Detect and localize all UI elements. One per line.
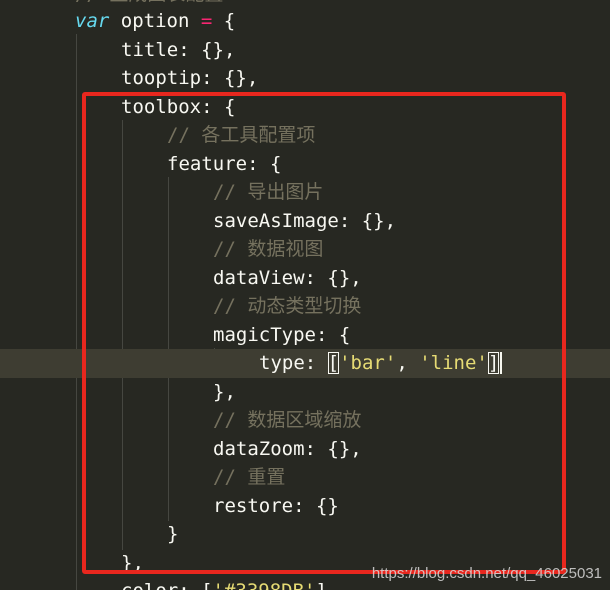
operator: =	[200, 10, 213, 32]
code-text: var option = {	[75, 7, 235, 36]
string-literal: '#3398DB'	[213, 580, 316, 590]
code-text: color: ['#3398DB'],	[121, 577, 338, 590]
brace: {	[223, 10, 236, 32]
property-key: color: [	[121, 580, 213, 590]
bracket-close: ],	[315, 580, 338, 590]
code-line[interactable]: tooptip: {},	[0, 64, 610, 93]
code-text: tooptip: {},	[121, 67, 259, 89]
code-editor[interactable]: // 生成图表配置 var option = { title: {}, toop…	[0, 0, 610, 590]
watermark: https://blog.csdn.net/qq_46025031	[371, 565, 602, 582]
code-text: title: {},	[121, 38, 236, 61]
highlight-annotation-box	[82, 92, 566, 574]
code-line[interactable]: title: {},	[0, 36, 610, 65]
identifier: option	[120, 10, 190, 32]
code-line[interactable]: var option = {	[0, 7, 610, 36]
keyword: var	[75, 10, 110, 32]
